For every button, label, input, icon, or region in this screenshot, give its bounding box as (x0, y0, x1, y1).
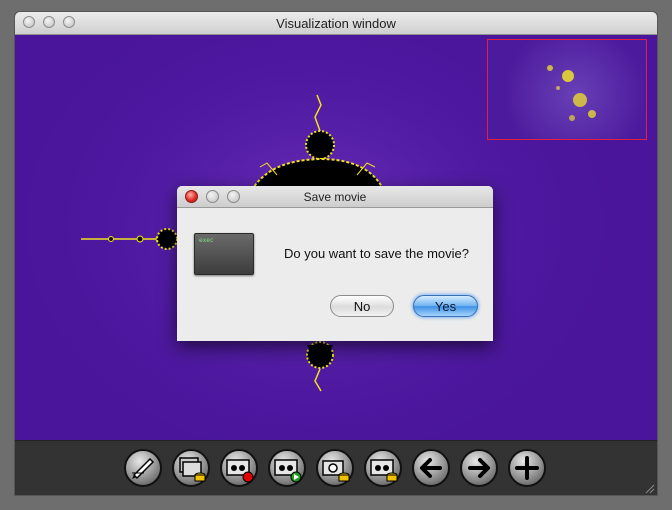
arrow-left-icon (420, 458, 442, 478)
no-button[interactable]: No (330, 295, 394, 317)
window-titlebar[interactable]: Visualization window (15, 12, 657, 35)
arrow-left-button[interactable] (412, 449, 450, 487)
arrow-right-button[interactable] (460, 449, 498, 487)
window-title: Visualization window (276, 16, 396, 31)
preview-minimap[interactable] (487, 39, 647, 140)
play-movie-icon (274, 459, 302, 483)
yes-button[interactable]: Yes (413, 295, 478, 317)
camera-save-button[interactable] (316, 449, 354, 487)
camera-save-icon (322, 460, 350, 482)
stack-windows-icon (179, 457, 206, 482)
play-movie-button[interactable] (268, 449, 306, 487)
edit-pen-icon (132, 457, 155, 480)
toolbar (15, 440, 657, 495)
resize-grip-icon[interactable] (643, 482, 655, 494)
record-movie-icon (226, 459, 254, 483)
dialog-title: Save movie (303, 190, 367, 204)
preview-fractal-detail (547, 65, 596, 121)
record-movie-button[interactable] (220, 449, 258, 487)
save-movie-button[interactable] (364, 449, 402, 487)
save-movie-icon (370, 459, 398, 482)
edit-pen-button[interactable] (124, 449, 162, 487)
stack-windows-button[interactable] (172, 449, 210, 487)
exec-terminal-icon: exec (194, 233, 254, 275)
exec-label: exec (199, 237, 214, 244)
plus-button[interactable] (508, 449, 546, 487)
save-movie-dialog: Save movie exec Do you want to save the … (177, 186, 493, 341)
arrow-right-icon (468, 458, 490, 478)
plus-icon (515, 456, 539, 480)
dialog-titlebar[interactable]: Save movie (177, 186, 493, 208)
dialog-message: Do you want to save the movie? (284, 246, 469, 261)
